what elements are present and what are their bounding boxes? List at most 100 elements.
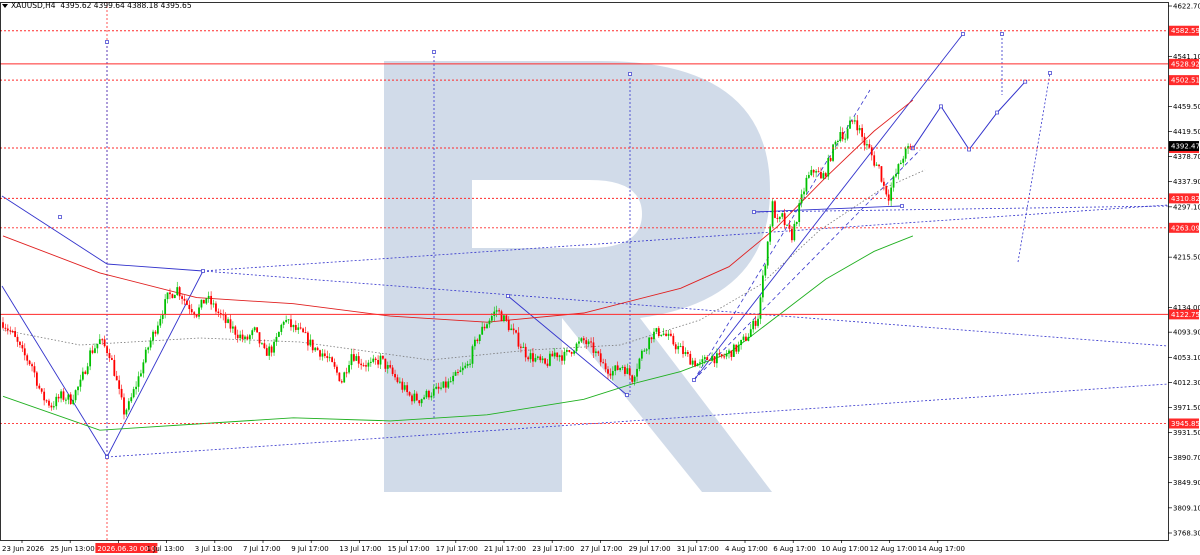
candle-body [48, 400, 50, 406]
candle-body [590, 341, 592, 343]
candle-body [774, 201, 776, 218]
price-tick-label: 4378.70 [1173, 153, 1200, 161]
candle-body [776, 217, 779, 219]
price-tick-label: 4622.70 [1173, 3, 1200, 11]
candle-body [229, 319, 232, 329]
candle-body [556, 352, 559, 358]
candle-body [304, 332, 307, 334]
candle-body [650, 337, 653, 340]
candle-body [648, 337, 651, 350]
candle-body [74, 390, 77, 401]
trend-anchor [432, 50, 436, 54]
candle-body [432, 388, 435, 396]
candle-body [503, 315, 505, 322]
candle-body [166, 292, 169, 300]
candle-body [261, 343, 263, 345]
price-tick-label: 4012.30 [1173, 379, 1200, 387]
candle-body [241, 334, 244, 340]
candle-body [703, 357, 706, 360]
candle-body [328, 357, 331, 359]
candle-body [340, 381, 343, 383]
time-label: 12 Aug 17:00 [870, 545, 917, 553]
time-label: 1 Jul 13:00 [147, 545, 185, 553]
candle-body [892, 176, 895, 188]
candle-body [290, 319, 292, 328]
candle-body [875, 164, 878, 166]
candle-body [348, 365, 350, 373]
candle-body [181, 296, 183, 299]
candle-body [270, 346, 273, 353]
candle-body [140, 373, 142, 377]
trend-anchor [692, 378, 696, 382]
candle-body [667, 333, 670, 336]
candle-body [323, 353, 326, 357]
candle-body [561, 355, 563, 361]
candle-body [486, 324, 488, 329]
candle-body [493, 311, 496, 317]
candle-body [442, 381, 445, 388]
candle-body [227, 319, 229, 323]
candle-body [578, 341, 580, 344]
candle-body [882, 181, 885, 186]
candle-body [757, 318, 759, 326]
candle-body [430, 395, 433, 398]
candle-body [815, 171, 818, 173]
candle-body [19, 341, 21, 346]
candle-body [761, 275, 764, 298]
level-label: 3945.85 [1171, 420, 1200, 428]
candle-body [553, 352, 556, 357]
candle-body [602, 362, 605, 364]
candle-body [350, 354, 353, 366]
candle-body [40, 388, 43, 392]
price-chart[interactable]: 4582.59 4528.92 4502.51 4392.47 4310.82 4263.… [0, 0, 1200, 555]
candle-body [444, 381, 447, 388]
price-tick-label: 4419.50 [1173, 128, 1200, 136]
candle-body [253, 327, 256, 331]
candle-body [657, 328, 660, 336]
candle-body [759, 297, 762, 319]
candle-body [355, 356, 358, 361]
trend-anchor [1048, 71, 1052, 75]
candle-body [614, 365, 617, 372]
candle-body [244, 336, 246, 340]
candle-body [367, 362, 370, 367]
candle-body [239, 334, 242, 339]
candle-body [60, 391, 62, 399]
forecast-point [967, 147, 971, 152]
trend-anchor [506, 294, 510, 298]
candle-body [686, 351, 689, 354]
trend-anchor [628, 72, 632, 76]
candle-body [887, 194, 890, 201]
candle-body [595, 351, 597, 353]
candle-body [764, 265, 767, 276]
candle-body [507, 320, 510, 331]
price-tick-label: 3890.70 [1173, 454, 1200, 462]
forecast-point [995, 110, 1000, 115]
candle-body [11, 331, 14, 333]
candle-body [205, 298, 208, 304]
watermark-logo [384, 61, 772, 492]
ohlc-readout: 4395.62 4399.64 4388.18 4395.65 [60, 1, 192, 10]
candle-body [113, 359, 116, 376]
candle-body [154, 331, 157, 334]
dropdown-triangle-icon[interactable] [2, 4, 8, 8]
trend-line [1017, 72, 1051, 263]
candle-body [517, 332, 520, 347]
candle-body [616, 365, 619, 371]
candle-body [740, 339, 742, 345]
candle-body [299, 327, 302, 329]
candle-body [292, 325, 295, 328]
candle-body [904, 148, 907, 159]
candle-body [505, 315, 508, 321]
candle-body [481, 326, 484, 335]
candle-body [418, 400, 421, 404]
time-label: 29 Jul 17:00 [629, 545, 671, 553]
candle-body [720, 354, 723, 357]
candle-body [655, 328, 658, 332]
candle-body [834, 141, 837, 145]
candle-body [115, 375, 118, 381]
price-tick-label: 3931.50 [1173, 429, 1200, 437]
candle-body [766, 241, 769, 266]
forecast-point [939, 104, 943, 109]
candle-body [563, 351, 566, 361]
